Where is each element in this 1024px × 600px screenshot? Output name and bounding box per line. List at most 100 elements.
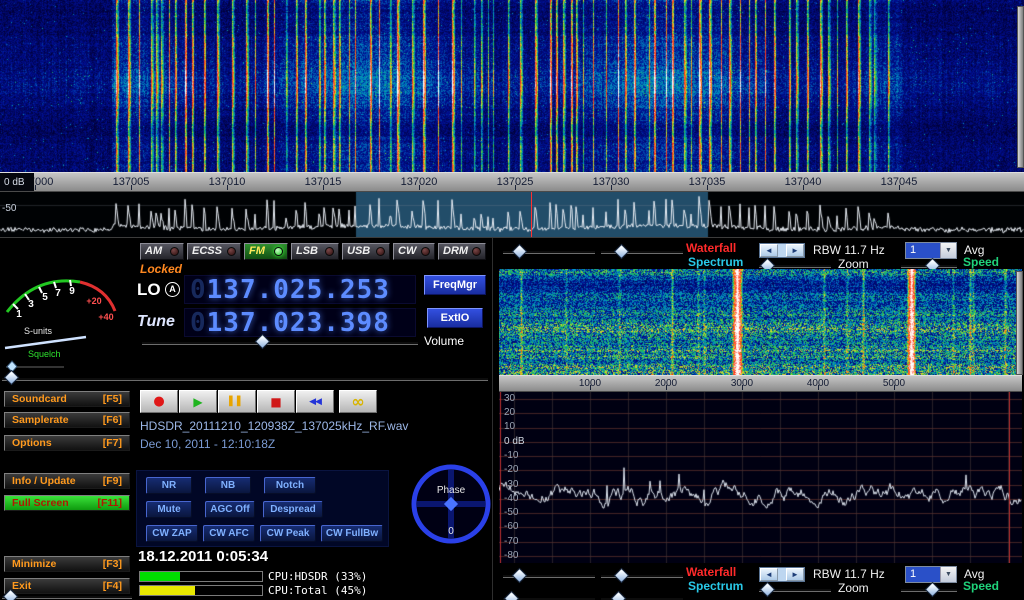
rewind-button[interactable]: ◀◀ [296, 390, 334, 413]
speed-slider-thumb[interactable] [925, 582, 941, 598]
tune-frequency-value: 137.023.398 [207, 308, 390, 338]
zoom-spectrum-display[interactable] [499, 392, 1022, 563]
nb-button[interactable]: NB [205, 477, 251, 494]
mode-label: USB [347, 244, 370, 259]
db-axis: 30 20 10 0 dB -10 -20 -30 -40 -50 -60 -7… [501, 392, 545, 563]
zoom-frequency-ruler[interactable]: 1000 2000 3000 4000 5000 [499, 375, 1022, 392]
frequency-ruler[interactable]: 137000 137005 137010 137015 137020 13702… [0, 172, 1024, 192]
info-update-button[interactable]: Info / Update [F9] [4, 473, 130, 489]
cw-fullbw-button[interactable]: CW FullBw [321, 525, 383, 542]
agc-off-button[interactable]: AGC Off [205, 501, 255, 518]
options-button[interactable]: Options [F7] [4, 435, 130, 451]
play-button[interactable]: ▶ [179, 390, 217, 413]
chevron-down-icon[interactable]: ▼ [940, 567, 956, 582]
stop-button[interactable]: ■ [257, 390, 295, 413]
s-meter-tick-label: 9 [69, 286, 75, 297]
tick [35, 185, 36, 190]
nr-button[interactable]: NR [146, 477, 192, 494]
bottom-left-slider-track[interactable] [2, 595, 132, 599]
waterfall-contrast-slider-thumb[interactable] [614, 568, 630, 584]
datetime-display: 18.12.2011 0:05:34 [138, 548, 268, 565]
mode-fm[interactable]: FM [244, 243, 288, 260]
samplerate-button[interactable]: Samplerate [F6] [4, 412, 130, 428]
rbw-label: RBW 11.7 Hz [813, 567, 885, 581]
vfo-a-badge[interactable]: A [165, 282, 180, 297]
panel-slider-track[interactable] [2, 377, 488, 381]
passband-selection[interactable] [356, 192, 708, 237]
mode-drm[interactable]: DRM [438, 243, 486, 260]
pan-scrollbar[interactable]: ◄ ► [759, 567, 805, 582]
pause-button[interactable]: ▌▌ [218, 390, 256, 413]
stop-icon: ■ [270, 395, 281, 409]
mode-led-icon [421, 247, 430, 256]
waterfall-level-slider[interactable] [1017, 6, 1024, 168]
pan-left-icon[interactable]: ◄ [760, 568, 778, 581]
lo-frequency-value: 137.025.253 [207, 275, 390, 305]
squelch-label: Squelch [28, 349, 61, 359]
lo-frequency-display[interactable]: 0137.025.253 [184, 275, 416, 304]
mute-button[interactable]: Mute [146, 501, 192, 518]
pan-scrollbar[interactable]: ◄ ► [759, 243, 805, 258]
pan-right-icon[interactable]: ► [786, 244, 804, 257]
mode-cw[interactable]: CW [393, 243, 435, 260]
tick [419, 185, 420, 190]
mode-led-icon [274, 247, 283, 256]
record-button[interactable]: ● [140, 390, 178, 413]
recording-filename: HDSDR_20111210_120938Z_137025kHz_RF.wav [140, 419, 408, 433]
cw-peak-button[interactable]: CW Peak [260, 525, 316, 542]
main-waterfall-display[interactable] [0, 0, 1024, 172]
despread-button[interactable]: Despread [263, 501, 323, 518]
spectrum-label: Spectrum [688, 255, 743, 269]
s-meter-tick-label: 5 [42, 292, 48, 303]
play-icon: ▶ [193, 395, 202, 409]
waterfall-contrast-slider-thumb[interactable] [614, 244, 630, 260]
phase-value: 0 [448, 526, 454, 537]
cw-zap-button[interactable]: CW ZAP [146, 525, 198, 542]
pan-right-icon[interactable]: ► [786, 568, 804, 581]
extra-slider-thumb[interactable] [611, 591, 627, 600]
recording-datestamp: Dec 10, 2011 - 12:10:18Z [140, 437, 275, 451]
s-meter-over-label: +40 [98, 312, 113, 322]
soundcard-button[interactable]: Soundcard [F5] [4, 391, 130, 407]
avg-dropdown[interactable]: 1 ▼ [905, 566, 957, 583]
cw-afc-button[interactable]: CW AFC [203, 525, 255, 542]
zoom-slider-thumb[interactable] [760, 582, 776, 598]
mode-ecss[interactable]: ECSS [187, 243, 241, 260]
freqmgr-button[interactable]: FreqMgr [424, 275, 486, 295]
db-axis-label: 0 dB [504, 436, 525, 447]
mode-led-icon [227, 247, 236, 256]
pan-left-icon[interactable]: ◄ [760, 244, 778, 257]
panel-slider-thumb[interactable] [4, 370, 20, 386]
tick [818, 385, 819, 390]
db-mid-label: -50 [2, 203, 16, 214]
hotkey-label: [F9] [103, 474, 122, 488]
hotkey-label: [F3] [103, 557, 122, 571]
mode-led-icon [170, 247, 179, 256]
extio-button[interactable]: ExtIO [427, 308, 483, 328]
tune-frequency-display[interactable]: 0137.023.398 [184, 308, 416, 337]
notch-button[interactable]: Notch [264, 477, 316, 494]
zoom-waterfall-level-slider[interactable] [1016, 271, 1023, 375]
chevron-down-icon[interactable]: ▼ [940, 243, 956, 258]
waterfall-gain-slider-thumb[interactable] [512, 244, 528, 260]
fullscreen-button[interactable]: Full Screen [F11] [4, 495, 130, 511]
tune-marker-line[interactable] [531, 192, 532, 237]
avg-dropdown-value: 1 [906, 243, 940, 258]
waterfall-gain-slider-thumb[interactable] [512, 568, 528, 584]
loop-button[interactable]: ∞ [339, 390, 377, 413]
mode-usb[interactable]: USB [342, 243, 390, 260]
mode-am[interactable]: AM [140, 243, 184, 260]
avg-dropdown[interactable]: 1 ▼ [905, 242, 957, 259]
volume-slider-track[interactable] [142, 341, 418, 345]
mode-lsb[interactable]: LSB [291, 243, 339, 260]
extra-slider-thumb[interactable] [504, 591, 520, 600]
db-axis-label: -20 [504, 464, 518, 475]
exit-button[interactable]: Exit [F4] [4, 578, 130, 594]
playback-controls: ● ▶ ▌▌ ■ ◀◀ ∞ [140, 390, 377, 413]
phase-scope: Phase 0 [407, 460, 495, 548]
zoom-waterfall-display[interactable] [499, 269, 1022, 375]
db-axis-label: 30 [504, 393, 515, 404]
minimize-button[interactable]: Minimize [F3] [4, 556, 130, 572]
display-controls-bottom: Waterfall Spectrum ◄ ► RBW 11.7 Hz Zoom … [497, 565, 1024, 600]
tick [803, 185, 804, 190]
